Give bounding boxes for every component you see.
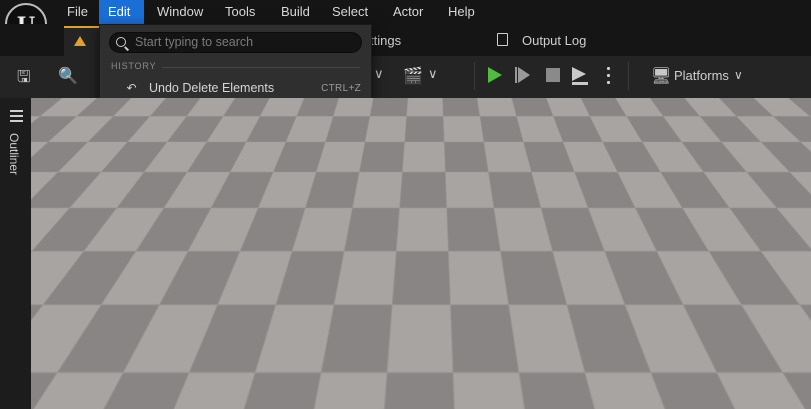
menu-window[interactable]: Window <box>148 0 212 24</box>
platforms-button[interactable]: Platforms <box>674 68 729 83</box>
delete-icon <box>125 252 138 265</box>
shortcut-label: CTRL+X <box>320 169 361 180</box>
menu-item-label: Undo History <box>149 123 222 137</box>
tab-output-log[interactable]: Output Log <box>522 33 586 48</box>
menu-item-label: Redo (Nothing to redo) <box>149 102 277 116</box>
outliner-tab[interactable]: Outliner <box>7 133 21 175</box>
gear-icon: ⚙ <box>126 316 137 330</box>
toolbar-divider <box>628 62 629 90</box>
menu-item-label: Undo Delete Elements <box>149 81 275 95</box>
stop-icon[interactable] <box>546 68 560 82</box>
browse-icon[interactable]: 🔍 <box>58 66 78 86</box>
shortcut-label: CTRL+C <box>320 190 361 201</box>
save-icon[interactable]: 🖫 <box>17 66 31 93</box>
highlight-box <box>116 332 244 356</box>
eject-bar <box>572 82 588 85</box>
menu-item-label: Delete <box>149 251 186 265</box>
chevron-down-icon[interactable]: ∨ <box>428 66 438 82</box>
search-placeholder: Start typing to search <box>135 35 254 49</box>
menu-item-label: Paste <box>149 209 181 223</box>
menu-item-editor-preferences[interactable]: ⫶ Editor Preferences... <box>100 292 371 313</box>
menu-edit[interactable]: Edit <box>99 0 144 24</box>
menu-item-redo[interactable]: ↷ Redo (Nothing to redo) CTRL+Y <box>100 99 371 120</box>
section-divider <box>162 67 360 68</box>
duplicate-icon <box>125 231 138 244</box>
outliner-icon[interactable] <box>10 110 23 122</box>
shortcut-label: CTRL+V <box>320 211 361 222</box>
search-icon <box>116 37 126 47</box>
menu-item-undo-history[interactable]: ↺ Undo History <box>100 120 371 141</box>
perspective-icon[interactable] <box>76 108 98 130</box>
menu-item-label: Cut <box>149 167 169 181</box>
section-configuration: CONFIGURATION <box>111 276 197 286</box>
section-history: HISTORY <box>111 61 157 71</box>
menu-item-label: Copy <box>149 188 179 202</box>
menu-item-label: Plugins <box>149 358 190 372</box>
section-divider <box>200 281 360 282</box>
toolbar-divider <box>474 62 475 90</box>
menu-item-undo[interactable]: ↶ Undo Delete Elements CTRL+Z <box>100 78 371 99</box>
viewport-options-icon[interactable] <box>41 108 63 130</box>
shortcut-label: CTRL+D <box>320 232 361 243</box>
cut-icon <box>125 168 138 181</box>
menu-item-paste[interactable]: Paste CTRL+V <box>100 206 371 227</box>
eject-icon[interactable] <box>572 67 586 81</box>
more-options-icon[interactable] <box>607 65 610 85</box>
menu-item-duplicate[interactable]: Duplicate CTRL+D <box>100 227 371 248</box>
cinematics-icon[interactable]: 🎬 <box>403 66 423 86</box>
menu-bar: U File Edit Window Tools Build Select Ac… <box>0 0 811 45</box>
step-bar <box>515 67 517 83</box>
menu-select[interactable]: Select <box>323 0 377 24</box>
section-divider <box>142 153 360 154</box>
shortcut-label: CTRL+Z <box>321 83 361 94</box>
plug-icon: ⏻ <box>126 358 137 372</box>
menu-actor[interactable]: Actor <box>384 0 432 24</box>
redo-icon: ↷ <box>126 102 137 116</box>
level-icon <box>74 36 86 46</box>
undo-icon: ↶ <box>126 81 137 95</box>
shortcut-label: CTRL+Y <box>320 104 361 115</box>
menu-item-label: Project Settings... <box>149 316 247 330</box>
sliders-icon: ⫶ <box>129 295 133 309</box>
paste-icon <box>125 210 138 223</box>
menu-tools[interactable]: Tools <box>216 0 264 24</box>
menu-item-plugins[interactable]: ⏻ Plugins <box>100 355 371 376</box>
menu-item-label: Duplicate <box>149 230 202 244</box>
menu-item-project-settings[interactable]: ⚙ Project Settings... <box>100 313 371 334</box>
section-edit: EDIT <box>111 148 135 158</box>
menu-item-copy[interactable]: Copy CTRL+C <box>100 185 371 206</box>
menu-item-delete[interactable]: Delete DELETE <box>100 248 371 269</box>
menu-help[interactable]: Help <box>439 0 484 24</box>
play-icon[interactable] <box>488 67 502 83</box>
menu-item-cut[interactable]: Cut CTRL+X <box>100 164 371 185</box>
output-log-icon <box>497 33 508 46</box>
platforms-icon: 🖥 <box>651 68 672 85</box>
chevron-down-icon[interactable]: ∨ <box>374 66 384 82</box>
menu-build[interactable]: Build <box>272 0 319 24</box>
undo-history-icon: ↺ <box>126 123 137 137</box>
step-icon[interactable] <box>518 67 530 83</box>
menu-item-label: Editor Preferences... <box>149 295 263 309</box>
copy-icon <box>125 189 138 202</box>
shortcut-label: DELETE <box>320 253 361 264</box>
tab-settings-partial[interactable]: ttings <box>370 33 401 48</box>
chevron-down-icon[interactable]: ∨ <box>734 68 743 82</box>
menu-file[interactable]: File <box>58 0 97 24</box>
